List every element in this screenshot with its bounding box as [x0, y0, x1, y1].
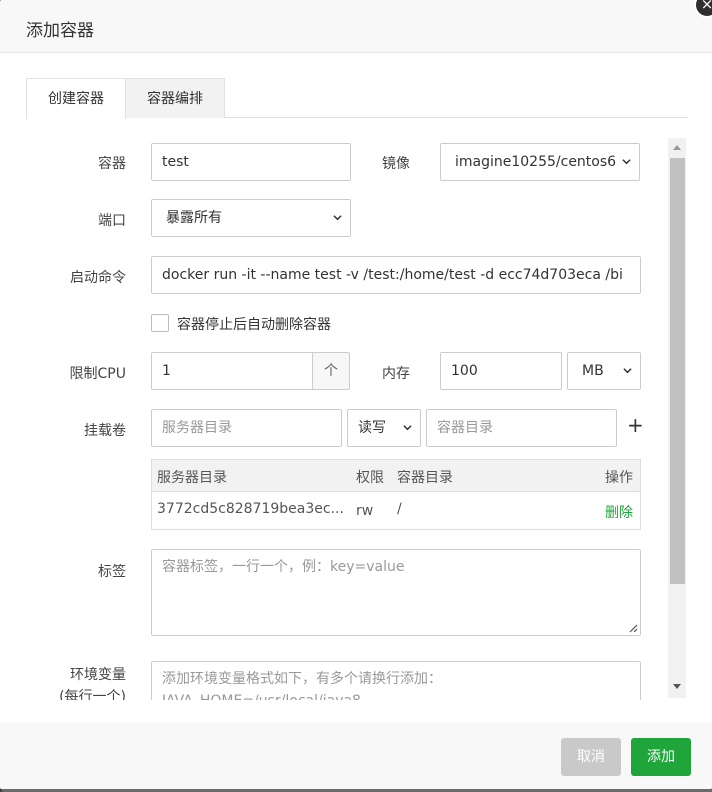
env-label-note: (每行一个) — [59, 689, 126, 700]
resize-handle-icon[interactable] — [628, 623, 638, 633]
header-container-dir: 容器目录 — [397, 470, 453, 486]
add-button[interactable]: 添加 — [631, 738, 691, 776]
chevron-down-icon — [623, 368, 632, 374]
chevron-down-icon — [403, 425, 412, 431]
command-label: 启动命令 — [70, 270, 126, 286]
tab-create-container[interactable]: 创建容器 — [26, 78, 126, 119]
image-select[interactable]: imagine10255/centos6 — [440, 143, 640, 181]
volume-table-header: 服务器目录 权限 容器目录 操作 — [152, 460, 640, 492]
add-volume-icon[interactable]: + — [627, 413, 644, 437]
auto-remove-checkbox[interactable] — [151, 314, 169, 332]
cancel-button[interactable]: 取消 — [561, 738, 621, 776]
chevron-down-icon — [333, 215, 342, 221]
memory-unit-value: MB — [582, 363, 604, 379]
cpu-label: 限制CPU — [69, 366, 126, 382]
memory-input[interactable]: 100 — [440, 352, 562, 390]
row-container-dir: / — [397, 501, 402, 517]
image-label: 镜像 — [382, 156, 410, 172]
env-placeholder-example: JAVA_HOME=/usr/local/java8 — [162, 690, 630, 700]
scroll-up-icon[interactable] — [672, 143, 682, 151]
memory-unit-select[interactable]: MB — [567, 352, 641, 390]
volume-table: 服务器目录 权限 容器目录 操作 3772cd5c828719bea3ec...… — [151, 459, 641, 530]
tags-textarea[interactable]: 容器标签，一行一个，例：key=value — [151, 549, 641, 636]
env-label: 环境变量 — [70, 667, 126, 683]
container-dir-input[interactable]: 容器目录 — [426, 409, 617, 447]
scrollbar-thumb[interactable] — [670, 158, 685, 584]
dialog-titlebar: 添加容器 — [0, 0, 712, 53]
port-label: 端口 — [98, 213, 126, 229]
volume-mode-value: 读写 — [358, 420, 386, 436]
tab-bar: 创建容器 容器编排 — [26, 78, 688, 119]
cpu-input[interactable]: 1 — [151, 352, 313, 390]
volume-mode-select[interactable]: 读写 — [347, 409, 421, 447]
image-select-value: imagine10255/centos6 — [455, 154, 617, 170]
memory-label: 内存 — [382, 366, 410, 382]
tab-container-compose[interactable]: 容器编排 — [125, 78, 225, 118]
server-dir-input[interactable]: 服务器目录 — [151, 409, 342, 447]
chevron-down-icon — [622, 159, 631, 165]
header-action: 操作 — [605, 470, 633, 486]
auto-remove-label: 容器停止后自动删除容器 — [177, 317, 331, 333]
env-textarea[interactable]: 添加环境变量格式如下，有多个请换行添加： JAVA_HOME=/usr/loca… — [151, 661, 641, 700]
header-permission: 权限 — [356, 470, 384, 486]
dialog-title: 添加容器 — [26, 21, 94, 41]
container-label: 容器 — [98, 156, 126, 172]
header-server-dir: 服务器目录 — [157, 470, 227, 486]
env-placeholder: 添加环境变量格式如下，有多个请换行添加： — [162, 671, 442, 687]
command-input[interactable]: docker run -it --name test -v /test:/hom… — [151, 256, 641, 294]
port-select[interactable]: 暴露所有 — [151, 199, 351, 237]
tags-label: 标签 — [98, 564, 126, 580]
tags-placeholder: 容器标签，一行一个，例：key=value — [162, 559, 405, 575]
delete-link[interactable]: 删除 — [605, 502, 633, 522]
add-container-dialog: 添加容器 创建容器 容器编排 容器 test 镜像 imagine10255/c… — [0, 0, 712, 789]
scroll-down-icon[interactable] — [672, 683, 682, 691]
row-permission: rw — [356, 503, 374, 519]
volume-label: 挂载卷 — [84, 423, 126, 439]
port-select-value: 暴露所有 — [166, 210, 222, 226]
form-content: 容器 test 镜像 imagine10255/centos6 端口 暴露所有 … — [0, 125, 712, 700]
row-server-dir: 3772cd5c828719bea3ec... — [157, 501, 344, 517]
